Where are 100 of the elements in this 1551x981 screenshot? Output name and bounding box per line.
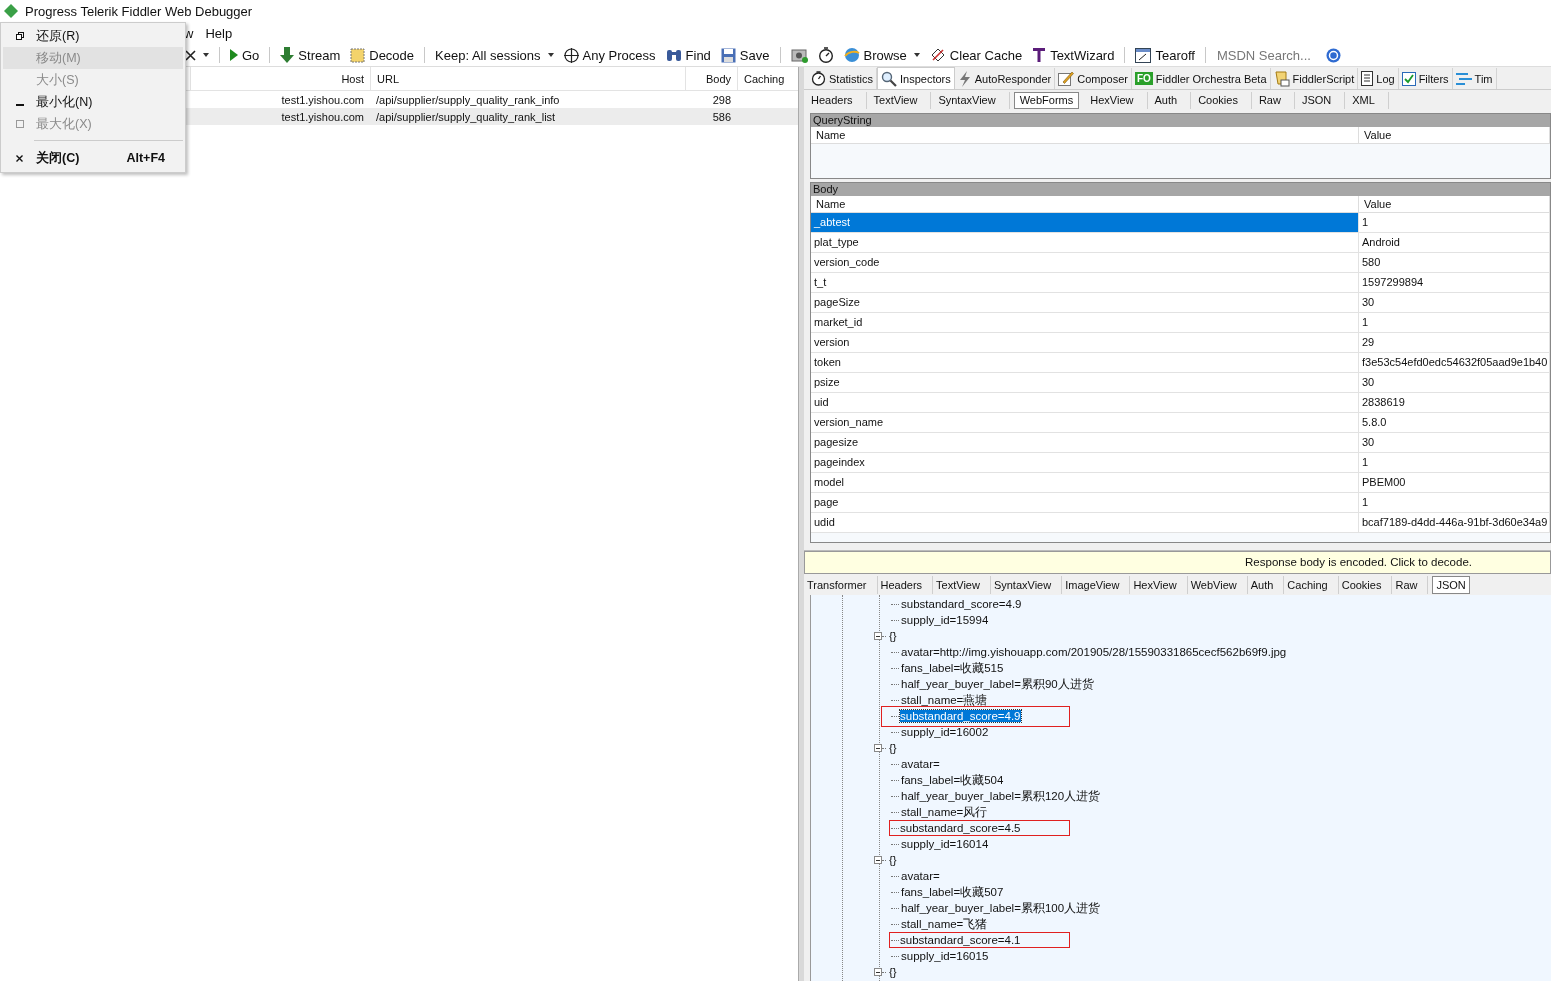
column-header[interactable]: Host bbox=[190, 67, 370, 90]
response-view-tab[interactable]: Caching bbox=[1284, 575, 1339, 594]
param-value-cell: 29 bbox=[1359, 333, 1550, 352]
request-view-tab[interactable]: WebForms bbox=[1013, 91, 1080, 109]
inspector-tab[interactable]: Log bbox=[1358, 68, 1399, 89]
toolbar-button[interactable]: Decode bbox=[348, 45, 417, 65]
param-value-cell: 1 bbox=[1359, 313, 1550, 332]
request-view-tab[interactable]: XML bbox=[1345, 91, 1389, 109]
response-view-tab[interactable]: ImageView bbox=[1062, 575, 1131, 594]
toolbar-button[interactable]: Find bbox=[663, 45, 713, 65]
response-view-tab[interactable]: Transformer bbox=[804, 575, 878, 594]
column-header[interactable]: Body bbox=[685, 67, 737, 90]
toolbar-button[interactable]: Any Process bbox=[561, 45, 658, 65]
menu-item[interactable]: Help bbox=[205, 25, 233, 41]
section-title: Body bbox=[811, 183, 1550, 196]
param-name-cell[interactable]: page bbox=[811, 493, 1359, 512]
collapse-toggle[interactable] bbox=[874, 968, 882, 976]
inspector-tab[interactable]: Statistics bbox=[808, 68, 877, 89]
param-name-cell[interactable]: market_id bbox=[811, 313, 1359, 332]
response-view-tab[interactable]: Cookies bbox=[1338, 575, 1393, 594]
request-view-tab[interactable]: Raw bbox=[1251, 91, 1295, 109]
param-name-cell[interactable]: pagesize bbox=[811, 433, 1359, 452]
tree-leaf[interactable]: stall_name=飞猪 bbox=[901, 916, 988, 932]
tree-leaf[interactable]: substandard_score=4.1 bbox=[889, 932, 1070, 948]
param-name-cell[interactable]: uid bbox=[811, 393, 1359, 412]
request-view-tab[interactable]: Cookies bbox=[1191, 91, 1252, 109]
toolbar-button[interactable]: Go bbox=[228, 45, 262, 65]
request-view-tab[interactable]: SyntaxView bbox=[931, 91, 1010, 109]
param-name-cell[interactable]: pageSize bbox=[811, 293, 1359, 312]
toolbar-button[interactable]: Tearoff bbox=[1133, 45, 1197, 65]
tree-leaf[interactable]: half_year_buyer_label=累积90人进货 bbox=[901, 676, 1094, 692]
tree-leaf[interactable]: half_year_buyer_label=累积100人进货 bbox=[901, 900, 1101, 916]
menu-item[interactable]: 还原(R) bbox=[3, 25, 183, 47]
param-name-cell[interactable]: version bbox=[811, 333, 1359, 352]
column-header[interactable]: URL bbox=[370, 67, 685, 90]
tree-leaf[interactable]: fans_label=收藏515 bbox=[901, 660, 1004, 676]
column-header: Value bbox=[1359, 196, 1550, 212]
collapse-toggle[interactable] bbox=[874, 856, 882, 864]
param-name-cell[interactable]: psize bbox=[811, 373, 1359, 392]
column-header: Name bbox=[811, 196, 1359, 212]
tree-node[interactable]: {} bbox=[888, 742, 897, 754]
toolbar-button[interactable]: Save bbox=[718, 45, 772, 65]
response-view-tab[interactable]: WebView bbox=[1187, 575, 1248, 594]
toolbar-button[interactable]: Browse bbox=[841, 45, 922, 65]
param-name-cell[interactable]: token bbox=[811, 353, 1359, 372]
param-name-cell[interactable]: t_t bbox=[811, 273, 1359, 292]
response-view-tab[interactable]: SyntaxView bbox=[990, 575, 1063, 594]
section-title: QueryString bbox=[811, 114, 1550, 127]
param-name-cell[interactable]: pageindex bbox=[811, 453, 1359, 472]
tree-leaf[interactable]: stall_name=风行 bbox=[901, 804, 988, 820]
tree-leaf[interactable]: substandard_score=4.9 bbox=[901, 598, 1022, 610]
param-value-cell: 30 bbox=[1359, 433, 1550, 452]
request-view-tab[interactable]: HexView bbox=[1083, 91, 1148, 109]
response-view-tab[interactable]: Auth bbox=[1247, 575, 1285, 594]
response-view-tab[interactable]: TextView bbox=[933, 575, 991, 594]
toolbar-button[interactable]: TextWizard bbox=[1030, 45, 1117, 65]
decode-notice[interactable]: Response body is encoded. Click to decode. bbox=[804, 551, 1551, 574]
tree-leaf[interactable]: stall_name=燕塘 bbox=[901, 692, 988, 708]
tree-node[interactable]: {} bbox=[888, 630, 897, 642]
toolbar-button[interactable]: Stream bbox=[278, 45, 343, 65]
eraser-icon bbox=[929, 47, 946, 63]
param-name-cell[interactable]: version_code bbox=[811, 253, 1359, 272]
tree-leaf[interactable]: fans_label=收藏504 bbox=[901, 772, 1004, 788]
tree-leaf[interactable]: substandard_score=4.5 bbox=[889, 820, 1070, 836]
param-name-cell[interactable]: udid bbox=[811, 513, 1359, 532]
tree-leaf[interactable]: fans_label=收藏507 bbox=[901, 884, 1004, 900]
stopwatch-icon bbox=[811, 71, 826, 86]
maximize-icon bbox=[15, 120, 24, 128]
param-name-cell[interactable]: version_name bbox=[811, 413, 1359, 432]
request-view-tab[interactable]: TextView bbox=[866, 91, 932, 109]
toolbar-button[interactable]: Clear Cache bbox=[927, 45, 1025, 65]
tree-leaf[interactable]: supply_id=16002 bbox=[901, 726, 989, 738]
param-name-cell[interactable]: plat_type bbox=[811, 233, 1359, 252]
menu-item[interactable]: 关闭(C) Alt+F4 bbox=[3, 146, 183, 170]
tree-leaf[interactable]: supply_id=16015 bbox=[901, 950, 989, 962]
param-value-cell: f3e53c54efd0edc54632f05aad9e1b40 bbox=[1359, 353, 1550, 372]
request-view-tab[interactable]: Headers bbox=[804, 91, 867, 109]
inspector-tab[interactable]: Composer bbox=[1055, 68, 1132, 89]
collapse-toggle[interactable] bbox=[874, 632, 882, 640]
tree-leaf[interactable]: half_year_buyer_label=累积120人进货 bbox=[901, 788, 1101, 804]
request-view-tab[interactable]: Auth bbox=[1147, 91, 1192, 109]
response-view-tab[interactable]: Headers bbox=[877, 575, 934, 594]
toolbar-button[interactable]: Keep: All sessions bbox=[433, 45, 556, 65]
inspector-tab[interactable]: Inspectors bbox=[877, 67, 955, 89]
tree-leaf[interactable]: avatar= bbox=[901, 758, 940, 770]
param-name-cell[interactable]: model bbox=[811, 473, 1359, 492]
request-view-tab[interactable]: JSON bbox=[1294, 91, 1346, 109]
tree-leaf[interactable]: supply_id=16014 bbox=[901, 838, 989, 850]
tree-leaf[interactable]: substandard_score=4.9 bbox=[881, 705, 1070, 727]
tree-leaf[interactable]: supply_id=15994 bbox=[901, 614, 989, 626]
tree-node[interactable]: {} bbox=[888, 854, 897, 866]
tree-node[interactable]: {} bbox=[888, 966, 897, 978]
response-view-tab[interactable]: Raw bbox=[1392, 575, 1429, 594]
response-view-tab[interactable]: HexView bbox=[1130, 575, 1188, 594]
response-view-tab[interactable]: JSON bbox=[1432, 575, 1470, 594]
param-name-cell[interactable]: _abtest bbox=[811, 213, 1359, 232]
tree-leaf[interactable]: avatar= bbox=[901, 870, 940, 882]
collapse-toggle[interactable] bbox=[874, 744, 882, 752]
help-icon bbox=[1325, 47, 1341, 63]
tree-leaf[interactable]: avatar=http://img.yishouapp.com/201905/28/15590331865cecf562b69f9.jpg bbox=[901, 646, 1287, 658]
